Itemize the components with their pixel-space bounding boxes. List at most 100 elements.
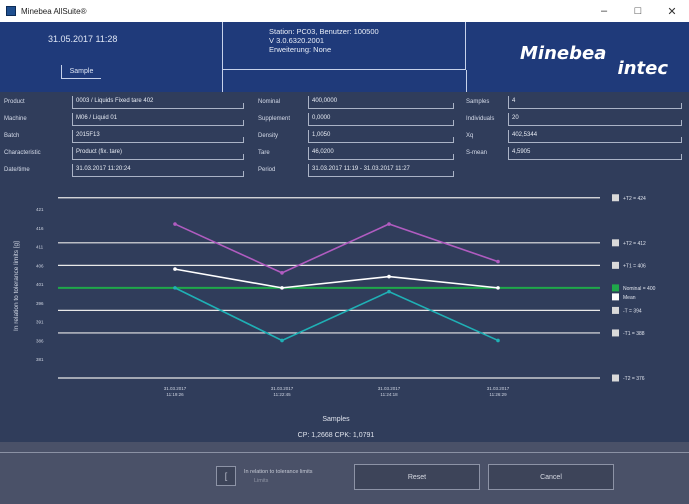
y-tick-label: 401 bbox=[36, 282, 44, 287]
reference-marker bbox=[612, 284, 619, 292]
y-tick-label: 381 bbox=[36, 357, 44, 362]
y-tick-label: 391 bbox=[36, 320, 44, 325]
samples-label: Samples bbox=[466, 99, 490, 105]
y-axis-label: In relation to tolerance limits [g] bbox=[13, 241, 20, 331]
window-title: Minebea AllSuite® bbox=[21, 6, 87, 16]
reference-label: +T2 = 412 bbox=[623, 241, 646, 247]
title-bar: Minebea AllSuite® – □ ✕ bbox=[0, 0, 689, 22]
app-icon bbox=[6, 6, 16, 16]
series-point-min bbox=[387, 289, 391, 294]
product-field: 0003 / Liquids Fixed tare 402 bbox=[72, 96, 244, 109]
datetime-label: Date/time bbox=[4, 167, 30, 173]
series-point-max bbox=[496, 259, 500, 264]
batch-label: Batch bbox=[4, 133, 20, 139]
x-axis-label: Samples bbox=[322, 416, 350, 423]
x-tick-label: 31.03.2017 bbox=[164, 386, 187, 391]
smean-field: 4,5905 bbox=[508, 147, 682, 160]
supplement-label: Supplement bbox=[258, 116, 291, 122]
reference-marker bbox=[612, 306, 619, 314]
y-tick-label: 421 bbox=[36, 207, 44, 212]
y-tick-label: 406 bbox=[36, 263, 44, 268]
machine-label: Machine bbox=[4, 116, 27, 122]
minimize-button[interactable]: – bbox=[587, 0, 621, 22]
reference-marker bbox=[612, 329, 619, 337]
header-divider bbox=[222, 70, 223, 92]
nominal-field: 400,0000 bbox=[308, 96, 454, 109]
series-point-max bbox=[387, 222, 391, 226]
sample-fields: Product 0003 / Liquids Fixed tare 402 Ma… bbox=[0, 92, 689, 188]
series-point-mean bbox=[387, 274, 391, 279]
x-tick-label: 31.03.2017 bbox=[378, 386, 401, 391]
batch-field: 2015F13 bbox=[72, 130, 244, 143]
density-label: Density bbox=[258, 133, 279, 139]
tare-field: 46,0200 bbox=[308, 147, 454, 160]
reference-label: +T2 = 424 bbox=[623, 196, 646, 202]
period-label: Period bbox=[258, 167, 276, 173]
series-point-mean bbox=[496, 286, 500, 290]
sample-button[interactable]: Sample bbox=[61, 65, 101, 79]
control-chart: +T2 = 424 +T2 = 412 +T1 = 406 Nominal = 400… bbox=[0, 188, 689, 442]
series-point-min bbox=[496, 338, 500, 343]
reference-label: -T2 = 376 bbox=[623, 376, 645, 382]
cancel-button[interactable]: Cancel bbox=[488, 464, 614, 490]
y-tick-label: 411 bbox=[36, 245, 44, 250]
reference-label: Nominal = 400 bbox=[623, 286, 656, 292]
y-tick-label: 416 bbox=[36, 226, 44, 231]
series-point-max bbox=[173, 222, 177, 226]
tolerance-toggle-button[interactable]: [ bbox=[216, 466, 236, 486]
supplement-field: 0,0000 bbox=[308, 113, 454, 126]
reference-marker bbox=[612, 374, 619, 382]
tolerance-toggle-text: In relation to tolerance limits bbox=[244, 469, 313, 475]
reset-button[interactable]: Reset bbox=[354, 464, 480, 490]
period-field: 31.03.2017 11:19 - 31.03.2017 11:27 bbox=[308, 164, 454, 177]
series-point-mean bbox=[280, 286, 284, 290]
characteristic-label: Characteristic bbox=[4, 150, 41, 156]
reference-label: -T1 = 388 bbox=[623, 331, 645, 337]
individuals-label: Individuals bbox=[466, 116, 495, 122]
y-tick-label: 386 bbox=[36, 338, 44, 343]
capability-stats: CP: 1,2668 CPK: 1,0791 bbox=[298, 432, 375, 439]
series-point-max bbox=[280, 271, 284, 275]
individuals-field: 20 bbox=[508, 113, 682, 126]
reference-marker bbox=[612, 239, 619, 247]
maximize-button[interactable]: □ bbox=[621, 0, 655, 22]
nominal-label: Nominal bbox=[258, 99, 281, 105]
xq-field: 402,5344 bbox=[508, 130, 682, 143]
x-tick-label: 31.03.2017 bbox=[271, 386, 294, 391]
y-tick-label: 396 bbox=[36, 301, 44, 306]
close-button[interactable]: ✕ bbox=[655, 0, 689, 22]
logo-line1: Minebea bbox=[520, 43, 607, 64]
station-line: Station: PC03, Benutzer: 100500 bbox=[269, 27, 379, 36]
legend-mean-label: Mean bbox=[623, 295, 636, 301]
extension-line: Erweiterung: None bbox=[269, 45, 332, 54]
datetime-field: 31.03.2017 11:20:24 bbox=[72, 164, 244, 177]
reference-label: -T = 394 bbox=[623, 308, 642, 314]
samples-field: 4 bbox=[508, 96, 682, 109]
characteristic-field: Product (fix. tare) bbox=[72, 147, 244, 160]
reference-marker bbox=[612, 261, 619, 269]
tolerance-toggle-subtext: Limits bbox=[254, 478, 269, 484]
tare-label: Tare bbox=[258, 150, 270, 156]
footer-divider bbox=[0, 452, 689, 453]
header: 31.05.2017 11:28 Sample Station: PC03, B… bbox=[0, 22, 689, 92]
reference-marker bbox=[612, 194, 619, 202]
series-point-min bbox=[280, 338, 284, 343]
product-label: Product bbox=[4, 99, 25, 105]
series-line-mean bbox=[174, 268, 499, 289]
minebea-intec-logo: Minebea intec bbox=[520, 43, 670, 78]
station-info: Station: PC03, Benutzer: 100500 V 3.0.63… bbox=[222, 22, 466, 70]
machine-field: M06 / Liquid 01 bbox=[72, 113, 244, 126]
xq-label: Xq bbox=[466, 133, 474, 139]
density-field: 1,0050 bbox=[308, 130, 454, 143]
x-tick-label: 11:19:26 bbox=[166, 392, 184, 397]
smean-label: S-mean bbox=[466, 150, 488, 156]
legend-mean-marker bbox=[612, 293, 619, 301]
x-tick-label: 31.03.2017 bbox=[487, 386, 510, 391]
chart-svg: +T2 = 424 +T2 = 412 +T1 = 406 Nominal = 400… bbox=[13, 194, 656, 439]
series-point-min bbox=[173, 286, 177, 290]
version-line: V 3.0.6320.2001 bbox=[269, 36, 325, 45]
x-tick-label: 11:26:29 bbox=[489, 392, 507, 397]
x-tick-label: 11:22:45 bbox=[273, 392, 291, 397]
x-tick-label: 11:24:18 bbox=[380, 392, 398, 397]
header-date: 31.05.2017 11:28 bbox=[48, 34, 118, 44]
